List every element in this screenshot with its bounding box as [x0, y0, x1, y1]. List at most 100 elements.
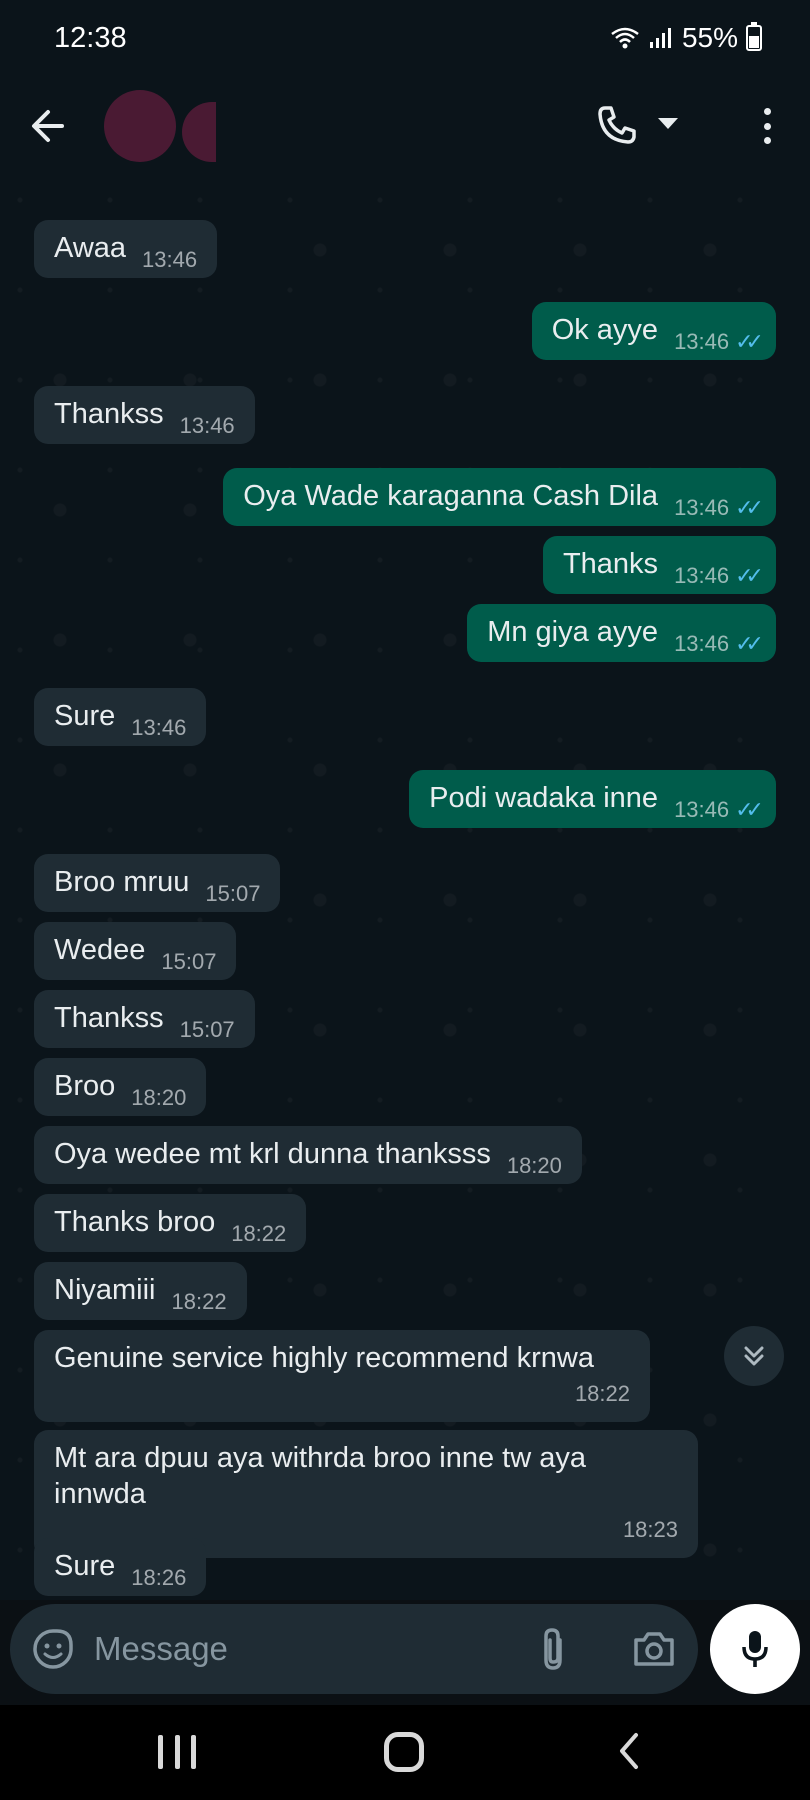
message-meta: 13:46 — [142, 242, 197, 278]
message-incoming[interactable]: Thankss 15:07 — [34, 990, 255, 1048]
message-text: Oya Wade karaganna Cash Dila — [243, 480, 659, 512]
mic-icon — [742, 1631, 768, 1667]
message-meta: 15:07 — [161, 944, 216, 980]
message-incoming[interactable]: Broo mruu 15:07 — [34, 854, 281, 912]
message-incoming[interactable]: Niyamiii 18:22 — [34, 1262, 247, 1320]
read-receipt-icon: ✓✓ — [735, 631, 764, 656]
camera-icon[interactable] — [632, 1628, 676, 1668]
status-bar: 12:38 55% — [0, 0, 810, 80]
message-incoming[interactable]: Broo 18:20 — [34, 1058, 207, 1116]
read-receipt-icon: ✓✓ — [735, 495, 764, 520]
message-text: Niyamiii — [54, 1274, 156, 1306]
message-time: 18:20 — [131, 1085, 187, 1110]
message-incoming[interactable]: Thankss 13:46 — [34, 386, 255, 444]
message-meta: 13:46 — [131, 710, 186, 746]
chat-area[interactable]: Awaa 13:46 Ok ayye 13:46 ✓✓ Thankss 13:46 Oy… — [0, 180, 810, 1600]
message-incoming[interactable]: Genuine service highly recommend krnwa 18… — [34, 1330, 650, 1422]
message-input[interactable] — [94, 1620, 514, 1678]
message-text: Mn giya ayye — [487, 616, 659, 648]
message-text: Awaa — [54, 232, 127, 264]
status-time: 12:38 — [54, 22, 127, 54]
read-receipt-icon: ✓✓ — [735, 797, 764, 822]
battery-icon — [746, 22, 762, 51]
avatar[interactable] — [104, 90, 176, 162]
message-time: 18:20 — [506, 1153, 562, 1178]
message-time: 13:46 — [131, 715, 187, 740]
wifi-icon — [611, 27, 639, 49]
message-meta: 18:22 — [231, 1216, 286, 1252]
chevron-down-icon[interactable] — [658, 118, 678, 129]
message-time: 13:46 — [674, 631, 730, 656]
message-text: Broo mruu — [54, 866, 190, 898]
read-receipt-icon: ✓✓ — [735, 563, 764, 588]
status-icons: 55% — [610, 22, 762, 54]
message-text: Mt ara dpuu aya withrda broo inne tw aya… — [54, 1442, 586, 1510]
message-meta: 18:20 — [131, 1080, 186, 1116]
system-navigation-bar — [0, 1705, 810, 1800]
message-outgoing[interactable]: Ok ayye 13:46 ✓✓ — [531, 302, 776, 360]
message-outgoing[interactable]: Mn giya ayye 13:46 ✓✓ — [467, 604, 776, 662]
message-time: 15:07 — [205, 881, 261, 906]
nav-back-icon[interactable] — [612, 1731, 648, 1771]
more-vert-icon[interactable] — [762, 108, 772, 144]
phone-call-icon[interactable] — [596, 104, 638, 146]
message-incoming[interactable]: Wedee 15:07 — [34, 922, 237, 980]
message-time: 13:46 — [674, 495, 730, 520]
message-text: Sure — [54, 700, 116, 732]
double-chevron-down-icon — [744, 1346, 764, 1366]
emoji-icon[interactable] — [32, 1628, 74, 1670]
message-meta: 13:46 — [180, 408, 235, 444]
message-incoming[interactable]: Sure 18:26 — [34, 1538, 207, 1596]
message-time: 18:22 — [171, 1289, 227, 1314]
message-meta: 13:46 ✓✓ — [674, 324, 764, 360]
message-incoming[interactable]: Oya wedee mt krl dunna thanksss 18:20 — [34, 1126, 582, 1184]
message-time: 13:46 — [674, 797, 730, 822]
message-meta: 15:07 — [205, 876, 260, 912]
message-time: 13:46 — [674, 329, 730, 354]
message-text: Sure — [54, 1550, 116, 1582]
home-icon[interactable] — [384, 1732, 424, 1772]
read-receipt-icon: ✓✓ — [735, 329, 764, 354]
avatar-secondary[interactable] — [182, 102, 216, 162]
message-meta: 18:20 — [507, 1148, 562, 1184]
message-time: 18:23 — [622, 1517, 678, 1542]
message-text: Broo — [54, 1070, 116, 1102]
message-composer — [10, 1604, 698, 1694]
message-text: Podi wadaka inne — [429, 782, 659, 814]
back-arrow-icon[interactable] — [28, 104, 68, 148]
message-text: Ok ayye — [551, 314, 659, 346]
message-time: 13:46 — [179, 413, 235, 438]
chat-header — [0, 80, 810, 180]
message-outgoing[interactable]: Thanks 13:46 ✓✓ — [542, 536, 776, 594]
message-incoming[interactable]: Awaa 13:46 — [34, 220, 218, 278]
message-text: Thankss — [54, 1002, 164, 1034]
attach-icon[interactable] — [536, 1626, 570, 1672]
message-time: 13:46 — [142, 247, 198, 272]
recent-apps-icon[interactable] — [158, 1735, 196, 1769]
message-meta: 18:22 — [172, 1284, 227, 1320]
message-text: Wedee — [54, 934, 146, 966]
message-meta: 13:46 ✓✓ — [674, 792, 764, 828]
message-meta: 13:46 ✓✓ — [674, 558, 764, 594]
message-time: 15:07 — [179, 1017, 235, 1042]
message-outgoing[interactable]: Oya Wade karaganna Cash Dila 13:46 ✓✓ — [223, 468, 776, 526]
battery-percent: 55% — [681, 22, 738, 53]
message-incoming[interactable]: Sure 13:46 — [34, 688, 207, 746]
message-meta: 13:46 ✓✓ — [674, 490, 764, 526]
message-text: Oya wedee mt krl dunna thanksss — [54, 1138, 491, 1170]
message-time: 18:22 — [574, 1381, 630, 1406]
message-time: 18:22 — [231, 1221, 287, 1246]
message-text: Thanks broo — [54, 1206, 216, 1238]
message-meta: 18:26 — [131, 1560, 186, 1596]
mic-button[interactable] — [710, 1604, 800, 1694]
message-text: Thankss — [54, 398, 164, 430]
message-meta: 18:22 — [54, 1376, 630, 1412]
message-time: 18:26 — [131, 1565, 187, 1590]
scroll-to-bottom-button[interactable] — [724, 1326, 784, 1386]
message-text: Genuine service highly recommend krnwa — [54, 1342, 594, 1374]
message-time: 13:46 — [674, 563, 730, 588]
message-outgoing[interactable]: Podi wadaka inne 13:46 ✓✓ — [409, 770, 776, 828]
message-meta: 15:07 — [180, 1012, 235, 1048]
message-incoming[interactable]: Thanks broo 18:22 — [34, 1194, 307, 1252]
message-meta: 13:46 ✓✓ — [674, 626, 764, 662]
